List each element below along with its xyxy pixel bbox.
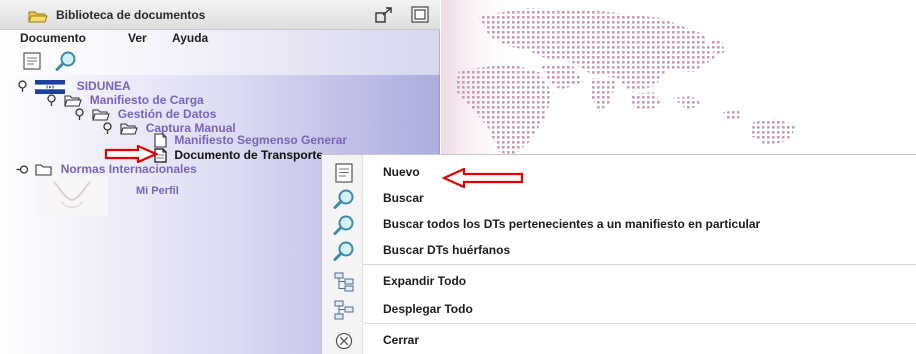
open-folder-icon — [64, 95, 83, 107]
menu-documento[interactable]: Documento — [20, 30, 86, 47]
menu-item-label: Nuevo — [383, 165, 420, 179]
menu-item-buscar-dts-huerfanos[interactable]: Buscar DTs huérfanos — [322, 237, 916, 263]
menu-item-label: Cerrar — [383, 333, 420, 347]
menu-item-expandir-todo[interactable]: Expandir Todo — [322, 268, 916, 294]
new-document-icon[interactable] — [22, 51, 42, 71]
expanded-toggle-icon[interactable] — [16, 80, 29, 93]
menu-item-label: Buscar — [383, 191, 424, 205]
maximize-icon[interactable] — [411, 6, 429, 23]
menu-item-buscar[interactable]: Buscar — [322, 185, 916, 211]
annotation-arrow-right-icon — [104, 145, 158, 163]
toolbar — [0, 47, 440, 75]
menu-item-label: Buscar DTs huérfanos — [383, 243, 511, 257]
menu-item-label: Expandir Todo — [383, 274, 467, 288]
tree-node-manifiesto-segmenso[interactable]: Manifiesto Segmenso Generar — [154, 133, 347, 148]
new-document-icon — [335, 163, 353, 183]
menu-item-desplegar-todo[interactable]: Desplegar Todo — [322, 296, 916, 322]
open-folder-icon — [120, 123, 139, 135]
menu-item-nuevo[interactable]: Nuevo — [322, 159, 916, 188]
expand-tree-icon — [334, 272, 354, 292]
menu-separator — [362, 323, 916, 324]
profile-label[interactable]: Mi Perfil — [136, 185, 179, 197]
screen: Biblioteca de documentos Documento Ver A… — [0, 0, 916, 354]
menu-separator — [362, 264, 916, 265]
tree-label: SIDUNEA — [76, 79, 131, 93]
menu-item-cerrar[interactable]: Cerrar — [322, 327, 916, 353]
expanded-toggle-icon[interactable] — [101, 122, 114, 135]
search-icon — [333, 189, 354, 209]
menu-item-buscar-todos-dts[interactable]: Buscar todos los DTs pertenecientes a un… — [322, 211, 916, 237]
world-map-background — [441, 0, 916, 160]
search-icon[interactable] — [54, 50, 78, 72]
panel-titlebar: Biblioteca de documentos — [0, 0, 440, 30]
world-map-image — [441, 0, 795, 160]
folder-library-icon — [28, 11, 48, 23]
collapsed-toggle-icon[interactable] — [16, 163, 29, 176]
tree-node-documento-transporte[interactable]: Documento de Transporte — [154, 148, 323, 163]
context-menu: Nuevo Buscar Buscar todos los DTs perten… — [321, 154, 916, 354]
profile-photo — [36, 176, 108, 216]
menubar: Documento Ver Ayuda — [0, 30, 440, 47]
open-folder-icon — [92, 109, 111, 121]
tree-label: Gestión de Datos — [117, 107, 217, 121]
menu-ver[interactable]: Ver — [128, 30, 147, 47]
tree-node-normas-internacionales[interactable]: Normas Internacionales — [16, 162, 197, 177]
tree-label: Normas Internacionales — [60, 162, 197, 176]
tree-node-gestion-datos[interactable]: Gestión de Datos — [73, 107, 216, 122]
tree-label: Documento de Transporte — [174, 148, 324, 162]
tree-node-manifiesto-carga[interactable]: Manifiesto de Carga — [45, 93, 204, 108]
undock-icon[interactable] — [374, 6, 394, 24]
menu-ayuda[interactable]: Ayuda — [172, 30, 208, 47]
panel-title: Biblioteca de documentos — [56, 8, 206, 22]
expanded-toggle-icon[interactable] — [73, 108, 86, 121]
close-icon — [335, 332, 353, 350]
expanded-toggle-icon[interactable] — [45, 94, 58, 107]
tree-label: Manifiesto de Carga — [89, 93, 204, 107]
search-icon — [333, 215, 354, 235]
tree-label: Manifiesto Segmenso Generar — [174, 133, 348, 147]
search-icon — [333, 241, 354, 261]
collapse-tree-icon — [334, 300, 354, 320]
closed-folder-icon — [35, 164, 52, 176]
honduras-flag-icon — [35, 79, 66, 94]
menu-item-label: Buscar todos los DTs pertenecientes a un… — [383, 217, 761, 231]
tree-node-sidunea[interactable]: SIDUNEA — [16, 79, 131, 94]
menu-item-label: Desplegar Todo — [383, 302, 473, 316]
